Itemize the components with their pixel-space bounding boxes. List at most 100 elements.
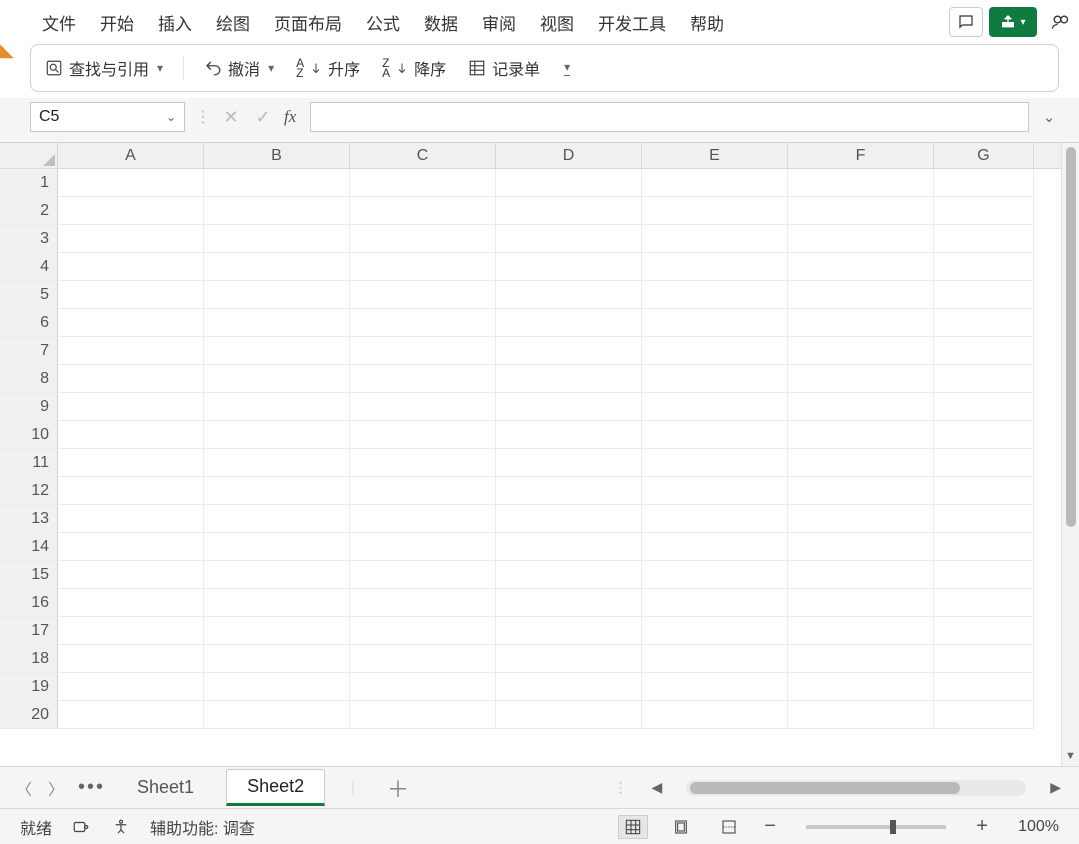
- cell[interactable]: [934, 477, 1034, 505]
- add-sheet-button[interactable]: ＋: [387, 772, 409, 804]
- cell[interactable]: [350, 449, 496, 477]
- cell[interactable]: [204, 645, 350, 673]
- cell[interactable]: [788, 645, 934, 673]
- vertical-scrollbar[interactable]: ▼: [1061, 143, 1079, 766]
- accessibility-icon[interactable]: [110, 816, 132, 838]
- cell[interactable]: [788, 533, 934, 561]
- cell[interactable]: [204, 393, 350, 421]
- cell[interactable]: [642, 617, 788, 645]
- cell[interactable]: [496, 169, 642, 197]
- menu-draw[interactable]: 绘图: [204, 0, 262, 44]
- cell[interactable]: [58, 197, 204, 225]
- cell[interactable]: [350, 225, 496, 253]
- cell[interactable]: [350, 589, 496, 617]
- cell[interactable]: [350, 617, 496, 645]
- cell[interactable]: [58, 617, 204, 645]
- cell[interactable]: [204, 197, 350, 225]
- cell[interactable]: [496, 393, 642, 421]
- col-header-D[interactable]: D: [496, 143, 642, 168]
- cell[interactable]: [642, 589, 788, 617]
- cell[interactable]: [58, 365, 204, 393]
- row-header-3[interactable]: 3: [0, 225, 58, 253]
- cell[interactable]: [934, 225, 1034, 253]
- cell[interactable]: [350, 533, 496, 561]
- cell[interactable]: [204, 309, 350, 337]
- undo-button[interactable]: 撤消 ▾: [200, 52, 278, 84]
- cell[interactable]: [642, 533, 788, 561]
- row-header-15[interactable]: 15: [0, 561, 58, 589]
- row-header-7[interactable]: 7: [0, 337, 58, 365]
- scroll-down-icon[interactable]: ▼: [1065, 750, 1076, 762]
- formula-cancel-button[interactable]: ✕: [220, 106, 242, 128]
- cell[interactable]: [788, 617, 934, 645]
- cell[interactable]: [642, 225, 788, 253]
- cell[interactable]: [788, 449, 934, 477]
- cell[interactable]: [934, 617, 1034, 645]
- sheet-tab-1[interactable]: Sheet1: [117, 771, 214, 804]
- cell[interactable]: [496, 701, 642, 729]
- cell[interactable]: [58, 533, 204, 561]
- cell[interactable]: [350, 365, 496, 393]
- row-header-14[interactable]: 14: [0, 533, 58, 561]
- row-header-12[interactable]: 12: [0, 477, 58, 505]
- cell[interactable]: [788, 365, 934, 393]
- row-header-16[interactable]: 16: [0, 589, 58, 617]
- cell[interactable]: [788, 225, 934, 253]
- sheet-nav-next[interactable]: 〉: [46, 778, 66, 798]
- row-header-1[interactable]: 1: [0, 169, 58, 197]
- cell[interactable]: [204, 617, 350, 645]
- cell[interactable]: [350, 309, 496, 337]
- cell[interactable]: [350, 197, 496, 225]
- horizontal-scrollbar[interactable]: [686, 780, 1026, 796]
- formula-input[interactable]: [310, 102, 1029, 132]
- row-header-5[interactable]: 5: [0, 281, 58, 309]
- cell[interactable]: [496, 561, 642, 589]
- cell[interactable]: [204, 505, 350, 533]
- cell[interactable]: [934, 309, 1034, 337]
- cell[interactable]: [58, 225, 204, 253]
- cell[interactable]: [204, 533, 350, 561]
- cell[interactable]: [350, 477, 496, 505]
- cell[interactable]: [58, 281, 204, 309]
- cell[interactable]: [496, 589, 642, 617]
- vertical-scroll-thumb[interactable]: [1066, 147, 1076, 527]
- cell[interactable]: [496, 617, 642, 645]
- cell[interactable]: [788, 337, 934, 365]
- cell[interactable]: [204, 673, 350, 701]
- cell[interactable]: [496, 337, 642, 365]
- cell[interactable]: [642, 645, 788, 673]
- row-header-11[interactable]: 11: [0, 449, 58, 477]
- cell[interactable]: [934, 589, 1034, 617]
- sort-asc-button[interactable]: AZ 升序: [292, 52, 364, 84]
- menu-developer[interactable]: 开发工具: [586, 0, 678, 44]
- cell[interactable]: [204, 449, 350, 477]
- cell[interactable]: [58, 421, 204, 449]
- cell[interactable]: [788, 673, 934, 701]
- view-page-layout-button[interactable]: [666, 815, 696, 839]
- row-header-4[interactable]: 4: [0, 253, 58, 281]
- cell[interactable]: [350, 561, 496, 589]
- view-normal-button[interactable]: [618, 815, 648, 839]
- cell[interactable]: [350, 169, 496, 197]
- cell[interactable]: [788, 505, 934, 533]
- col-header-E[interactable]: E: [642, 143, 788, 168]
- cell[interactable]: [788, 169, 934, 197]
- cell[interactable]: [204, 561, 350, 589]
- cell[interactable]: [204, 337, 350, 365]
- cell[interactable]: [934, 505, 1034, 533]
- cell[interactable]: [788, 281, 934, 309]
- ribbon-overflow-button[interactable]: ▾: [558, 56, 574, 80]
- menu-view[interactable]: 视图: [528, 0, 586, 44]
- cell[interactable]: [350, 281, 496, 309]
- menu-formulas[interactable]: 公式: [354, 0, 412, 44]
- row-header-13[interactable]: 13: [0, 505, 58, 533]
- cell[interactable]: [934, 533, 1034, 561]
- zoom-in-button[interactable]: +: [974, 815, 990, 838]
- cell[interactable]: [934, 701, 1034, 729]
- cell[interactable]: [204, 589, 350, 617]
- zoom-slider[interactable]: [806, 825, 946, 829]
- cell[interactable]: [788, 589, 934, 617]
- cell[interactable]: [788, 253, 934, 281]
- cell[interactable]: [642, 673, 788, 701]
- cell[interactable]: [350, 505, 496, 533]
